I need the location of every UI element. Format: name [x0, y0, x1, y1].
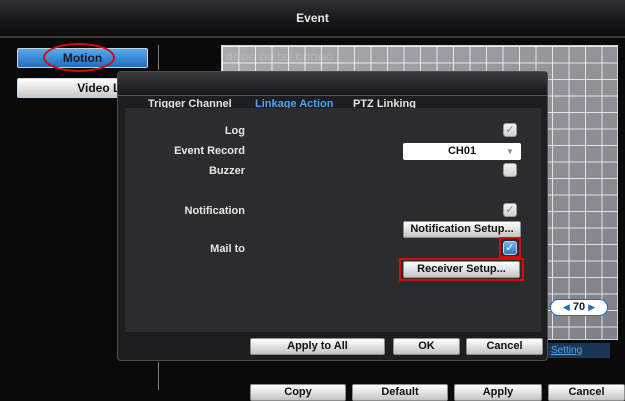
divider — [158, 362, 159, 390]
arrow-left-icon[interactable]: ◀ — [563, 302, 570, 312]
default-button[interactable]: Default — [352, 384, 448, 401]
receiver-setup-button[interactable]: Receiver Setup... — [403, 261, 520, 278]
apply-button[interactable]: Apply — [454, 384, 542, 401]
cancel-button[interactable]: Cancel — [548, 384, 625, 401]
notification-setup-button[interactable]: Notification Setup... — [403, 221, 521, 238]
dialog-cancel-button[interactable]: Cancel — [466, 338, 543, 355]
dialog-header — [118, 72, 547, 96]
event-record-label: Event Record — [174, 145, 245, 157]
dialog-content-panel — [125, 108, 541, 332]
event-record-select[interactable]: CH01 — [403, 143, 521, 160]
notification-checkbox[interactable]: ✓ — [503, 203, 517, 217]
notification-label: Notification — [184, 205, 246, 217]
check-icon: ✓ — [505, 242, 515, 254]
apply-to-all-button[interactable]: Apply to All — [250, 338, 385, 355]
log-label: Log — [224, 125, 245, 137]
sensitivity-value: 70 — [572, 301, 586, 313]
divider — [158, 45, 159, 70]
setting-link[interactable]: Setting — [548, 343, 610, 358]
mail-to-checkbox[interactable]: ✓ — [503, 241, 517, 255]
sensitivity-stepper[interactable]: ◀ 70 ▶ — [550, 299, 608, 316]
copy-button[interactable]: Copy — [250, 384, 346, 401]
buzzer-label: Buzzer — [208, 165, 245, 177]
ok-button[interactable]: OK — [393, 338, 460, 355]
check-icon: ✓ — [505, 204, 515, 216]
mail-to-label: Mail to — [210, 243, 245, 255]
log-checkbox[interactable]: ✓ — [503, 123, 517, 137]
window-title: Event — [296, 11, 329, 25]
buzzer-checkbox[interactable] — [503, 163, 517, 177]
grid-overlay-text: ▢▢▢▢ ▢▢ ▢▢ ▢▢▢▢▢ — [226, 54, 334, 61]
check-icon: ✓ — [505, 124, 515, 136]
arrow-right-icon[interactable]: ▶ — [588, 302, 595, 312]
motion-highlight-circle — [43, 43, 115, 72]
chevron-down-icon[interactable]: ▼ — [506, 143, 514, 161]
